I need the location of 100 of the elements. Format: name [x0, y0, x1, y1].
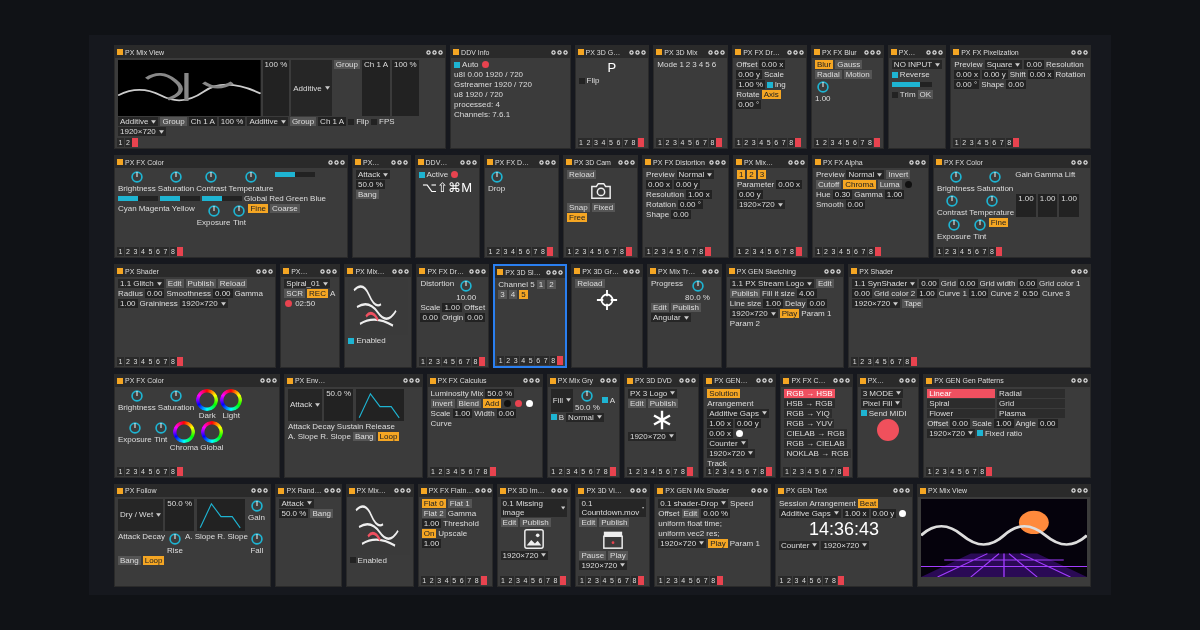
number-field[interactable]: 1.00 — [421, 538, 442, 548]
toggle-button[interactable]: Edit — [500, 517, 519, 527]
record-button[interactable] — [795, 138, 802, 147]
dropdown[interactable]: 1.1 PX Stream Logo — [729, 279, 814, 289]
dropdown[interactable]: 1920×720 — [500, 550, 549, 560]
dropdown[interactable]: 1920×720 — [707, 448, 755, 458]
list-item[interactable]: Grid — [997, 398, 1066, 408]
toggle-button[interactable]: 3 — [757, 170, 767, 179]
number-field[interactable]: 0.00 ° — [677, 200, 703, 209]
envelope-graph[interactable] — [196, 498, 247, 531]
number-field[interactable]: 0.00 y — [736, 190, 763, 199]
number-field[interactable]: 1.00 — [1016, 194, 1036, 217]
checkbox[interactable] — [349, 557, 356, 564]
dropdown[interactable]: 1920×720 — [852, 299, 901, 309]
dropdown[interactable]: 1920×720 — [579, 560, 628, 570]
dropdown[interactable]: Normal — [566, 412, 604, 422]
record-button[interactable] — [843, 466, 850, 476]
color-wheel[interactable] — [196, 388, 219, 411]
record-button[interactable] — [177, 356, 183, 366]
number-field[interactable]: 0.00 ° — [954, 80, 980, 89]
number-field[interactable]: 0.00 x — [776, 180, 803, 189]
knob[interactable] — [129, 388, 144, 403]
knob[interactable] — [946, 218, 961, 232]
number-field[interactable]: 0.00 — [919, 279, 939, 289]
number-field[interactable]: 1.00 — [118, 299, 138, 309]
number-field[interactable]: 50.0 % — [279, 508, 309, 518]
number-field[interactable]: 0.30 — [832, 190, 853, 199]
number-field[interactable]: 0.00 — [1037, 418, 1058, 428]
number-field[interactable]: 0.00 x — [707, 428, 733, 438]
list-item[interactable]: Spiral — [927, 398, 996, 408]
number-field[interactable]: 0.00 — [465, 313, 485, 323]
record-button[interactable] — [557, 355, 564, 365]
toggle-button[interactable]: 2 — [747, 170, 756, 179]
number-field[interactable]: 0.00 y — [734, 418, 761, 428]
toggle-button[interactable]: Luma — [877, 180, 902, 189]
number-field[interactable]: Ch 1 A — [188, 117, 217, 126]
dropdown[interactable]: Attack — [287, 388, 323, 421]
toggle-button[interactable]: Invert — [886, 170, 911, 179]
record-button[interactable] — [609, 466, 616, 476]
record-button[interactable] — [766, 466, 773, 476]
toggle-button[interactable]: Gauss — [835, 60, 863, 69]
number-field[interactable]: 0.50 — [1020, 289, 1040, 299]
number-field[interactable]: 0.00 — [1017, 279, 1038, 289]
toggle-button[interactable]: Play — [779, 309, 800, 319]
number-field[interactable]: 0.00 y — [981, 70, 1008, 79]
toggle-button[interactable]: SCR — [284, 289, 306, 299]
record-button[interactable] — [837, 576, 844, 585]
toggle-button[interactable]: Publish — [647, 398, 678, 408]
toggle-button[interactable]: Beat — [857, 498, 879, 508]
number-field[interactable]: 1.00 — [884, 190, 905, 199]
toggle-button[interactable]: Group — [333, 60, 360, 69]
toggle-button[interactable]: Loop — [142, 555, 165, 565]
toggle-button[interactable]: Blur — [815, 60, 834, 69]
toggle-button[interactable]: 1 — [536, 280, 546, 290]
list-item[interactable]: Radial — [997, 388, 1066, 398]
toggle-button[interactable]: Axis — [761, 90, 781, 99]
toggle-button[interactable]: Fine — [988, 218, 1009, 227]
toggle-button[interactable]: Reload — [567, 170, 597, 179]
number-field[interactable]: 0.00 — [852, 289, 872, 299]
toggle-button[interactable]: Publish — [729, 289, 761, 299]
number-field[interactable]: 1.00 — [452, 408, 473, 418]
list-item[interactable]: Flower — [927, 408, 996, 418]
toggle-button[interactable]: Publish — [670, 303, 702, 313]
number-field[interactable]: 0.00 y — [673, 180, 700, 189]
number-field[interactable]: Ch 1 A — [318, 117, 347, 126]
toggle-button[interactable]: On — [421, 528, 437, 538]
knob[interactable] — [249, 531, 264, 546]
record-button[interactable] — [875, 247, 881, 257]
toggle-button[interactable]: Fine — [248, 204, 269, 213]
checkbox[interactable] — [418, 171, 425, 178]
checkbox[interactable] — [454, 61, 461, 68]
checkbox[interactable] — [860, 410, 867, 417]
knob[interactable] — [988, 170, 1003, 184]
number-field[interactable]: 0.00 ° — [736, 100, 762, 109]
dropdown[interactable]: Additive Gaps — [778, 508, 841, 518]
knob[interactable] — [169, 388, 184, 403]
number-field[interactable]: 0.00 x — [759, 60, 786, 69]
toggle-button[interactable]: 5 — [519, 290, 528, 300]
number-field[interactable]: 0.00 y — [870, 508, 897, 518]
toggle-button[interactable]: Solution — [707, 388, 741, 398]
knob[interactable] — [945, 194, 960, 208]
slider[interactable] — [118, 196, 158, 201]
slider[interactable] — [160, 196, 200, 201]
dropdown[interactable]: 0.1 shader-Drop — [658, 498, 729, 508]
slider[interactable] — [275, 172, 316, 177]
toggle-button[interactable]: Invert — [430, 398, 455, 408]
dropdown[interactable]: 1920×720 — [821, 540, 870, 550]
list-item[interactable]: RGB → YIQ — [784, 408, 832, 418]
knob[interactable] — [167, 531, 182, 546]
number-field[interactable]: 4.00 — [796, 289, 817, 299]
number-field[interactable]: 100 % — [392, 60, 419, 116]
number-field[interactable]: 1.00 — [917, 289, 937, 299]
knob[interactable] — [153, 420, 168, 435]
number-field[interactable]: 0.00 — [845, 200, 866, 209]
number-field[interactable]: Ch 1 A — [362, 60, 390, 116]
toggle-button[interactable]: Pause — [579, 550, 607, 560]
slider[interactable] — [202, 196, 242, 201]
number-field[interactable]: 0.00 x — [646, 180, 672, 189]
number-field[interactable]: 0.00 — [807, 299, 827, 309]
record-button[interactable] — [177, 466, 183, 476]
